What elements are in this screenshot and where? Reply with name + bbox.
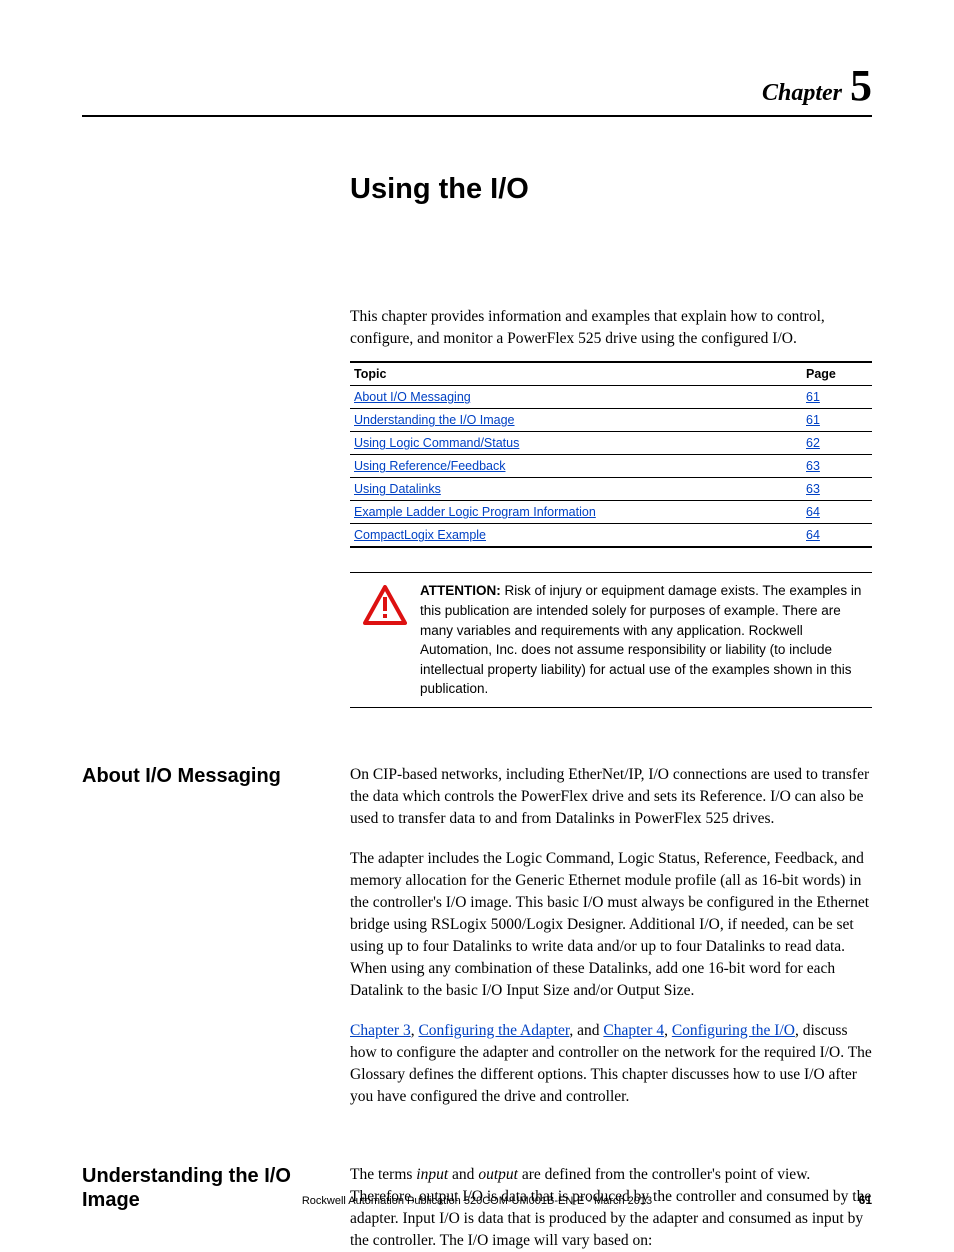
table-row: Understanding the I/O Image 61 <box>350 409 872 432</box>
emphasis: input <box>416 1166 448 1183</box>
publication-line: Rockwell Automation Publication 520COM-U… <box>302 1195 652 1207</box>
page-link[interactable]: 61 <box>806 413 820 427</box>
warning-icon <box>350 581 420 698</box>
body-paragraph: The adapter includes the Logic Command, … <box>350 848 872 1002</box>
page-link[interactable]: 64 <box>806 505 820 519</box>
body-paragraph: Chapter 3, Configuring the Adapter, and … <box>350 1020 872 1108</box>
page-link[interactable]: 63 <box>806 482 820 496</box>
inline-link[interactable]: Chapter 4 <box>603 1022 664 1039</box>
page-link[interactable]: 64 <box>806 528 820 542</box>
table-row: Using Datalinks 63 <box>350 478 872 501</box>
chapter-header: Chapter 5 <box>82 60 872 117</box>
body-paragraph: The terms input and output are defined f… <box>350 1164 872 1252</box>
topics-col-topic: Topic <box>350 362 802 386</box>
page-number: 61 <box>859 1193 872 1207</box>
page-footer: Rockwell Automation Publication 520COM-U… <box>82 1195 872 1207</box>
inline-link[interactable]: Chapter 3 <box>350 1022 411 1039</box>
body-paragraph: On CIP-based networks, including EtherNe… <box>350 764 872 830</box>
topic-link[interactable]: Using Datalinks <box>354 482 441 496</box>
section-understanding-io-image: Understanding the I/O Image The terms in… <box>82 1164 872 1252</box>
attention-label: ATTENTION: <box>420 583 501 598</box>
topic-link[interactable]: Example Ladder Logic Program Information <box>354 505 596 519</box>
topic-link[interactable]: Using Logic Command/Status <box>354 436 519 450</box>
table-row: Using Reference/Feedback 63 <box>350 455 872 478</box>
inline-link[interactable]: Configuring the Adapter <box>418 1022 569 1039</box>
topic-link[interactable]: About I/O Messaging <box>354 390 471 404</box>
emphasis: output <box>478 1166 518 1183</box>
topics-table: Topic Page About I/O Messaging 61 Unders… <box>350 361 872 548</box>
table-row: About I/O Messaging 61 <box>350 386 872 409</box>
chapter-label: Chapter <box>762 80 842 106</box>
topics-col-page: Page <box>802 362 872 386</box>
topic-link[interactable]: Using Reference/Feedback <box>354 459 505 473</box>
section-heading: About I/O Messaging <box>82 764 334 788</box>
attention-box: ATTENTION: Risk of injury or equipment d… <box>350 572 872 707</box>
attention-text: ATTENTION: Risk of injury or equipment d… <box>420 581 872 698</box>
chapter-number: 5 <box>846 61 872 110</box>
inline-link[interactable]: Configuring the I/O <box>672 1022 795 1039</box>
page-link[interactable]: 61 <box>806 390 820 404</box>
section-about-io-messaging: About I/O Messaging On CIP-based network… <box>82 764 872 1108</box>
intro-paragraph: This chapter provides information and ex… <box>350 306 872 349</box>
table-row: Using Logic Command/Status 62 <box>350 432 872 455</box>
table-row: Example Ladder Logic Program Information… <box>350 501 872 524</box>
table-row: CompactLogix Example 64 <box>350 524 872 548</box>
topic-link[interactable]: Understanding the I/O Image <box>354 413 515 427</box>
chapter-title: Using the I/O <box>350 173 872 206</box>
topic-link[interactable]: CompactLogix Example <box>354 528 486 542</box>
page-link[interactable]: 63 <box>806 459 820 473</box>
attention-body: Risk of injury or equipment damage exist… <box>420 583 861 696</box>
page-link[interactable]: 62 <box>806 436 820 450</box>
